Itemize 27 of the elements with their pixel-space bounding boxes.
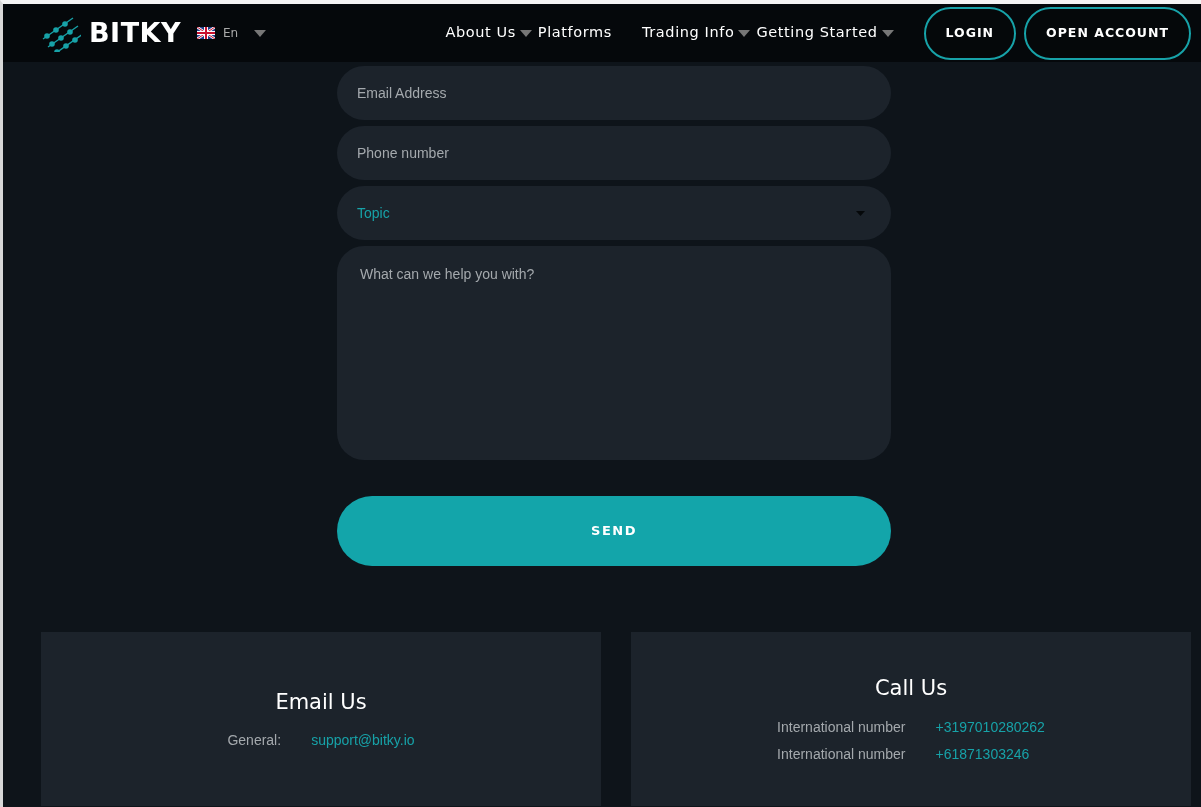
flag-icon — [197, 27, 216, 39]
caret-icon — [738, 29, 751, 37]
topic-select[interactable]: Topic — [337, 186, 891, 240]
contact-link[interactable]: +61871303246 — [935, 743, 1045, 765]
nav-link[interactable]: Platforms — [537, 22, 612, 44]
message-field[interactable]: What can we help you with? — [337, 246, 891, 460]
card-title: Email Us — [275, 688, 367, 716]
nav-link[interactable]: Trading Info — [641, 22, 735, 44]
contact-label: General: — [227, 731, 282, 751]
nav-link[interactable]: About Us — [445, 22, 516, 44]
login-button[interactable]: LOGIN — [923, 6, 1017, 60]
contact-link[interactable]: support@bitky.io — [311, 730, 415, 752]
caret-icon — [881, 29, 894, 37]
input-field[interactable]: Email Address — [337, 66, 891, 120]
contact-label: International number — [777, 717, 906, 737]
contact-label: International number — [777, 744, 906, 764]
input-field[interactable]: Phone number — [337, 126, 891, 180]
caret-icon — [856, 210, 865, 216]
language-selector[interactable]: En — [223, 24, 239, 42]
contact-link[interactable]: +3197010280262 — [935, 716, 1045, 738]
open-account-button[interactable]: OPEN ACCOUNT — [1024, 6, 1191, 60]
caret-icon — [254, 29, 267, 37]
logo-icon — [41, 14, 81, 52]
brand-name[interactable]: BITKY — [89, 12, 182, 54]
nav-link[interactable]: Getting Started — [756, 22, 878, 44]
caret-icon — [519, 29, 532, 37]
card-title: Call Us — [874, 675, 948, 703]
